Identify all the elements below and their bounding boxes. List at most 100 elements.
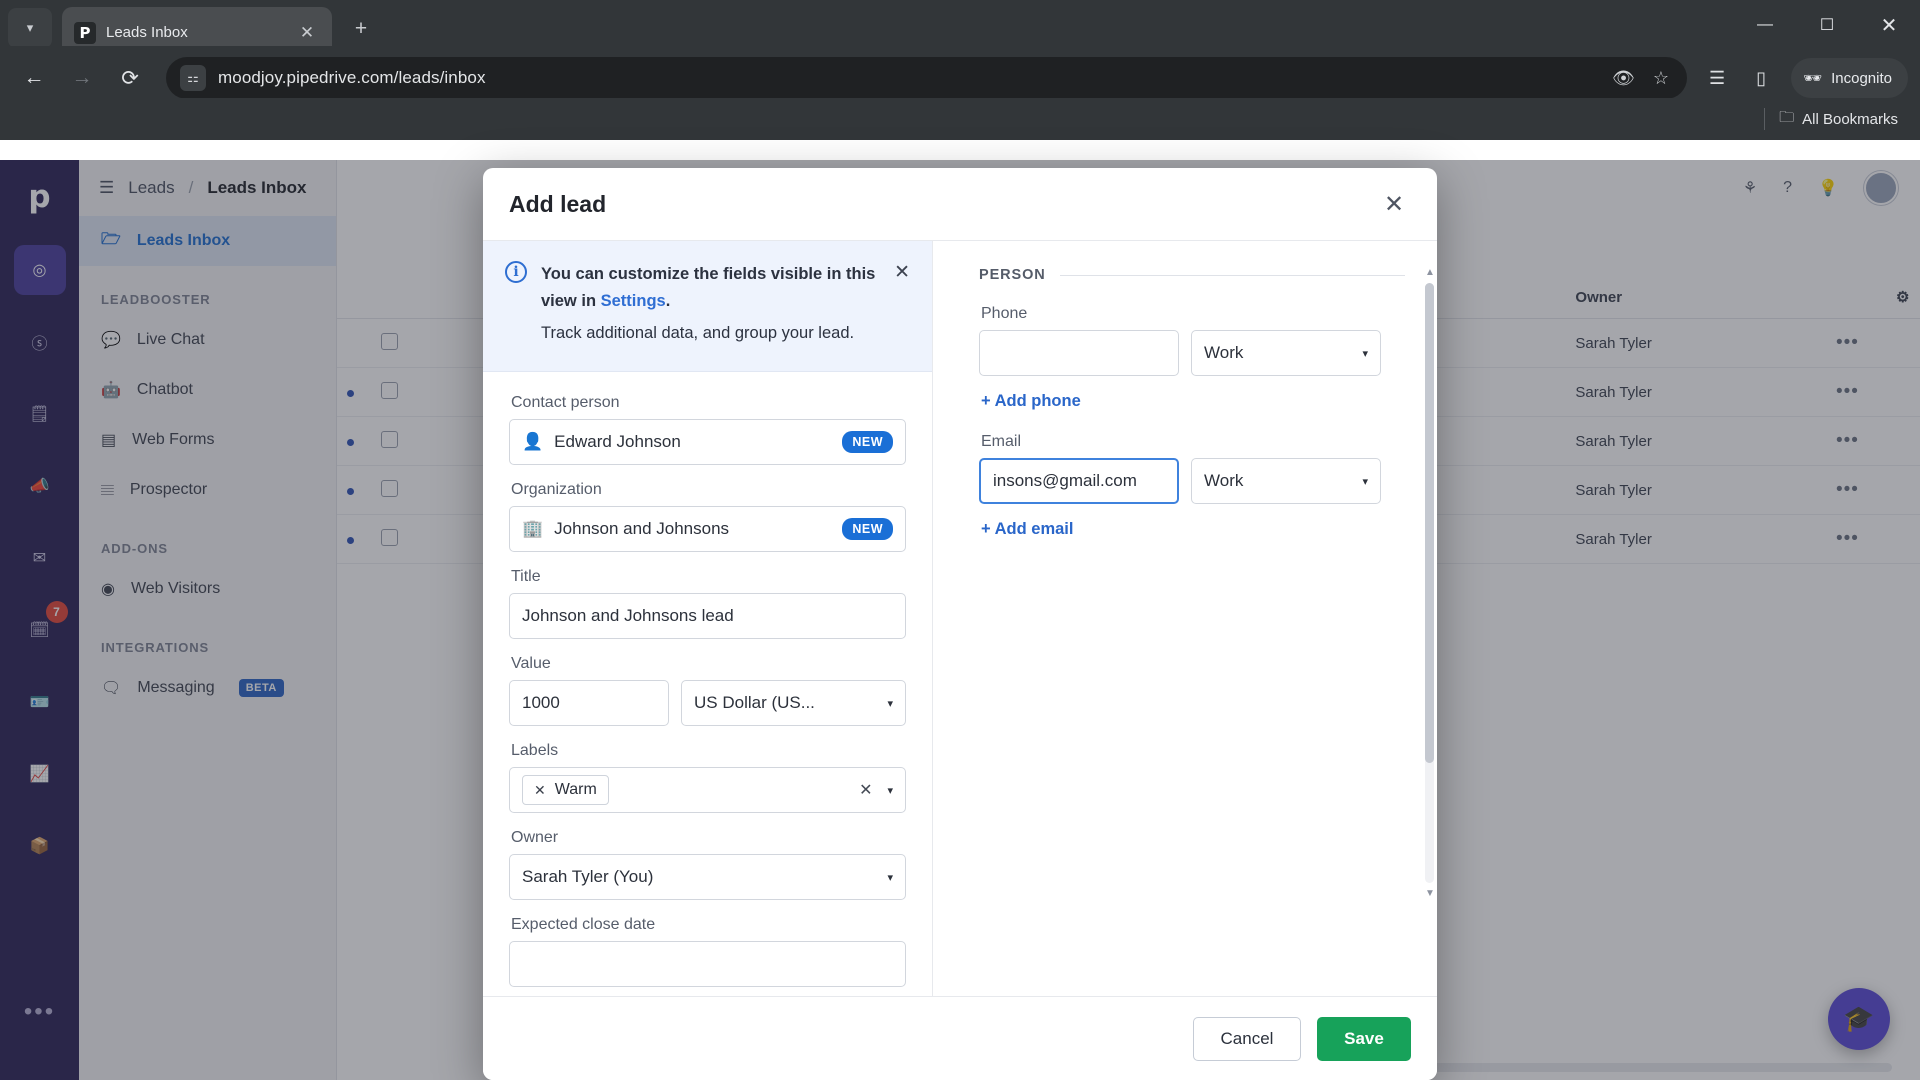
folder-icon: 🗀 (1779, 108, 1795, 126)
section-divider (1059, 274, 1405, 276)
phone-label: Phone (981, 305, 1028, 322)
info-icon: i (505, 261, 527, 283)
tab-favicon-icon: P (74, 21, 96, 44)
contact-person-input[interactable]: 👤 Edward Johnson NEW (509, 419, 906, 466)
field-expected-close-date: Expected close date (509, 916, 906, 988)
scrollbar-thumb[interactable] (1425, 283, 1434, 763)
chevron-down-icon: ▾ (887, 871, 893, 884)
tab-search-chevron-icon[interactable]: ▾ (8, 8, 52, 48)
dialog-right-column: PERSON Phone Work ▾ + Add phone Email in… (933, 241, 1437, 996)
new-badge: NEW (842, 518, 893, 541)
field-organization: Organization 🏢 Johnson and Johnsons NEW (509, 481, 906, 553)
minimize-button[interactable]: — (1734, 0, 1796, 50)
field-value: Value 1000 US Dollar (US... ▾ (509, 655, 906, 727)
dialog-header: Add lead ✕ (483, 168, 1437, 241)
close-dialog-button[interactable]: ✕ (1377, 187, 1411, 221)
chevron-down-icon: ▾ (1362, 347, 1368, 360)
save-button[interactable]: Save (1317, 1016, 1411, 1061)
url-text: moodjoy.pipedrive.com/leads/inbox (218, 68, 486, 87)
cancel-button[interactable]: Cancel (1193, 1016, 1301, 1061)
back-icon[interactable]: ← (12, 56, 56, 100)
labels-select[interactable]: ✕ Warm ✕ ▾ (509, 767, 906, 814)
site-settings-icon[interactable]: ⚏ (180, 65, 206, 91)
chevron-down-icon[interactable]: ▾ (887, 784, 893, 797)
forward-icon[interactable]: → (60, 56, 104, 100)
dismiss-notice-button[interactable]: ✕ (894, 261, 910, 347)
building-icon: 🏢 (522, 519, 544, 539)
email-input[interactable]: insons@gmail.com (979, 458, 1179, 504)
address-bar[interactable]: ⚏ moodjoy.pipedrive.com/leads/inbox 👁 ☆ (166, 57, 1688, 99)
chevron-down-icon: ▾ (887, 697, 893, 710)
title-input[interactable]: Johnson and Johnsons lead (509, 593, 906, 640)
side-panel-icon[interactable]: ▯ (1741, 58, 1781, 98)
email-value: insons@gmail.com (993, 471, 1137, 490)
customize-fields-notice: i You can customize the fields visible i… (483, 241, 932, 373)
title-value: Johnson and Johnsons lead (522, 606, 734, 626)
notice-text: You can customize the fields visible in … (541, 261, 880, 347)
tracking-protection-icon[interactable]: 👁 (1612, 68, 1635, 89)
incognito-label: Incognito (1831, 69, 1892, 87)
value-label: Value (511, 655, 551, 673)
value-amount-input[interactable]: 1000 (509, 680, 669, 727)
organization-label: Organization (511, 481, 602, 499)
email-type-select[interactable]: Work ▾ (1191, 458, 1381, 504)
currency-select[interactable]: US Dollar (US... ▾ (681, 680, 906, 727)
incognito-indicator[interactable]: 🕶 Incognito (1791, 58, 1908, 98)
new-badge: NEW (842, 431, 893, 454)
chevron-down-icon: ▾ (1362, 475, 1368, 488)
bookmarks-bar: 🗀 All Bookmarks (0, 98, 1920, 140)
label-chip-warm[interactable]: ✕ Warm (522, 775, 609, 806)
field-labels: Labels ✕ Warm ✕ ▾ (509, 742, 906, 814)
notice-line1-a: You can customize the fields visible in … (541, 265, 876, 310)
value-amount: 1000 (522, 693, 560, 713)
window-controls: — ☐ ✕ (1734, 0, 1920, 50)
currency-value: US Dollar (US... (694, 693, 815, 713)
bookmark-star-icon[interactable]: ☆ (1653, 68, 1669, 89)
organization-input[interactable]: 🏢 Johnson and Johnsons NEW (509, 506, 906, 553)
labels-label: Labels (511, 742, 559, 760)
person-icon: 👤 (522, 432, 544, 452)
dialog-scrollbar[interactable]: ▲ ▼ (1425, 267, 1435, 899)
notice-line2: Track additional data, and group your le… (541, 324, 855, 343)
scroll-up-arrow-icon[interactable]: ▲ (1425, 267, 1435, 278)
new-tab-icon[interactable]: + (348, 16, 374, 42)
person-section-title: PERSON (979, 267, 1046, 283)
phone-type-select[interactable]: Work ▾ (1191, 330, 1381, 376)
organization-value: Johnson and Johnsons (554, 519, 730, 539)
owner-label: Owner (511, 829, 559, 847)
close-tab-icon[interactable]: ✕ (294, 20, 320, 46)
owner-select[interactable]: Sarah Tyler (You) ▾ (509, 854, 906, 901)
phone-input[interactable] (979, 330, 1179, 376)
dialog-left-column: i You can customize the fields visible i… (483, 241, 933, 996)
remove-label-icon[interactable]: ✕ (534, 782, 546, 799)
settings-link[interactable]: Settings (601, 292, 666, 310)
incognito-icon: 🕶 (1803, 70, 1823, 87)
maximize-button[interactable]: ☐ (1796, 0, 1858, 50)
email-label: Email (981, 433, 1022, 450)
reload-icon[interactable]: ⟳ (108, 56, 152, 100)
add-lead-dialog: Add lead ✕ i You can customize the field… (483, 168, 1437, 1080)
owner-value: Sarah Tyler (You) (522, 867, 654, 887)
add-phone-link[interactable]: + Add phone (981, 392, 1405, 411)
person-section-header: PERSON (979, 267, 1405, 283)
dialog-body: i You can customize the fields visible i… (483, 241, 1437, 996)
contact-person-value: Edward Johnson (554, 432, 681, 452)
close-window-button[interactable]: ✕ (1858, 0, 1920, 50)
title-label: Title (511, 568, 541, 586)
expected-close-date-input[interactable] (509, 941, 906, 988)
clear-labels-icon[interactable]: ✕ (859, 780, 876, 800)
notice-line1-b: . (665, 291, 671, 310)
dialog-title: Add lead (509, 190, 607, 217)
add-email-link[interactable]: + Add email (981, 520, 1405, 539)
phone-type-value: Work (1204, 343, 1244, 362)
reading-list-icon[interactable]: ☰ (1697, 58, 1737, 98)
field-owner: Owner Sarah Tyler (You) ▾ (509, 829, 906, 901)
field-phone: Phone Work ▾ (979, 305, 1405, 376)
scroll-down-arrow-icon[interactable]: ▼ (1425, 888, 1435, 899)
all-bookmarks-item[interactable]: 🗀 All Bookmarks (1779, 107, 1898, 132)
contact-person-label: Contact person (511, 394, 620, 412)
all-bookmarks-label: All Bookmarks (1802, 110, 1898, 128)
label-chip-text: Warm (554, 781, 597, 799)
lead-fields: Contact person 👤 Edward Johnson NEW Orga… (483, 372, 932, 996)
expected-close-date-label: Expected close date (511, 916, 656, 934)
